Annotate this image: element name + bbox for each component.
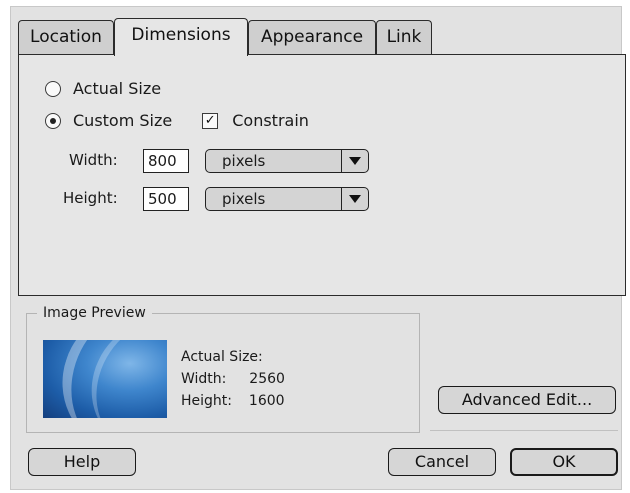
- custom-size-option[interactable]: Custom Size ✓ Constrain: [45, 111, 309, 130]
- actual-size-label: Actual Size: [73, 79, 162, 98]
- image-thumbnail: [43, 340, 167, 418]
- height-label: Height:: [63, 189, 118, 207]
- tab-location[interactable]: Location: [18, 20, 114, 54]
- ok-button[interactable]: OK: [510, 448, 618, 476]
- tab-dimensions[interactable]: Dimensions: [114, 18, 248, 56]
- preview-width-value: 2560: [249, 371, 285, 387]
- custom-size-radio[interactable]: [45, 112, 61, 129]
- height-unit-value: pixels: [222, 190, 266, 208]
- constrain-checkbox[interactable]: ✓: [202, 112, 219, 129]
- tab-link[interactable]: Link: [376, 20, 432, 54]
- actual-size-heading: Actual Size:: [181, 349, 263, 365]
- chevron-down-icon[interactable]: [341, 188, 368, 210]
- preview-width-label: Width:: [181, 371, 227, 387]
- height-input[interactable]: 500: [143, 187, 189, 211]
- width-unit-select[interactable]: pixels: [205, 149, 369, 173]
- dimensions-panel: Actual Size Custom Size ✓ Constrain Widt…: [18, 54, 626, 296]
- image-preview-title: Image Preview: [37, 304, 152, 322]
- custom-size-label: Custom Size: [73, 111, 173, 130]
- width-unit-value: pixels: [222, 152, 266, 170]
- height-unit-select[interactable]: pixels: [205, 187, 369, 211]
- chevron-down-icon[interactable]: [341, 150, 368, 172]
- width-input[interactable]: 800: [143, 149, 189, 173]
- help-button[interactable]: Help: [28, 448, 136, 476]
- preview-height-value: 1600: [248, 393, 285, 409]
- preview-width-row: Width: 2560: [181, 370, 285, 388]
- constrain-label: Constrain: [232, 111, 309, 130]
- tab-appearance[interactable]: Appearance: [248, 20, 376, 54]
- advanced-edit-button[interactable]: Advanced Edit...: [438, 386, 616, 414]
- cancel-button[interactable]: Cancel: [388, 448, 496, 476]
- width-label: Width:: [69, 151, 118, 169]
- actual-size-option[interactable]: Actual Size: [45, 79, 161, 98]
- divider: [430, 430, 618, 431]
- actual-size-radio[interactable]: [45, 80, 61, 97]
- preview-height-row: Height: 1600: [181, 392, 285, 410]
- preview-height-label: Height:: [181, 393, 232, 409]
- image-preview-group: Image Preview Actual Size: Width: 2560 H…: [26, 304, 420, 433]
